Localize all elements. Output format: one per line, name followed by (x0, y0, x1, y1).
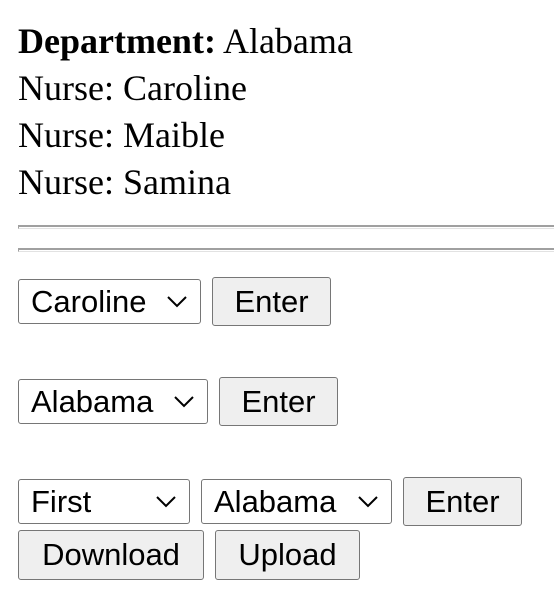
order-select[interactable]: First (18, 479, 190, 524)
nurse-line: Nurse: Maible (18, 112, 353, 159)
department-value: Alabama (222, 21, 353, 61)
chevron-down-icon (174, 395, 194, 407)
nurse-prefix: Nurse: (18, 162, 114, 202)
department-select[interactable]: Alabama (18, 379, 208, 424)
nurse-prefix: Nurse: (18, 68, 114, 108)
nurse-name: Maible (122, 115, 225, 155)
order-select-value: First (31, 484, 92, 519)
horizontal-divider (18, 225, 554, 229)
department-select-2-value: Alabama (214, 484, 337, 519)
chevron-down-icon (167, 295, 187, 307)
department-label: Department: (18, 21, 216, 61)
nurse-enter-button[interactable]: Enter (212, 277, 331, 326)
chevron-down-icon (156, 495, 176, 507)
nurse-prefix: Nurse: (18, 115, 114, 155)
department-line: Department: Alabama (18, 18, 353, 65)
department-select-2[interactable]: Alabama (201, 479, 392, 524)
nurse-line: Nurse: Samina (18, 159, 353, 206)
order-enter-button[interactable]: Enter (403, 477, 522, 526)
nurse-name: Caroline (122, 68, 247, 108)
department-enter-button[interactable]: Enter (219, 377, 338, 426)
nurse-name: Samina (122, 162, 231, 202)
chevron-down-icon (358, 495, 378, 507)
department-info: Department: Alabama Nurse: Caroline Nurs… (18, 18, 353, 206)
nurse-select[interactable]: Caroline (18, 279, 201, 324)
horizontal-divider (18, 248, 554, 252)
department-select-value: Alabama (31, 384, 154, 419)
nurse-select-value: Caroline (31, 284, 147, 319)
download-button[interactable]: Download (18, 530, 204, 580)
upload-button[interactable]: Upload (215, 530, 360, 580)
nurse-line: Nurse: Caroline (18, 65, 353, 112)
